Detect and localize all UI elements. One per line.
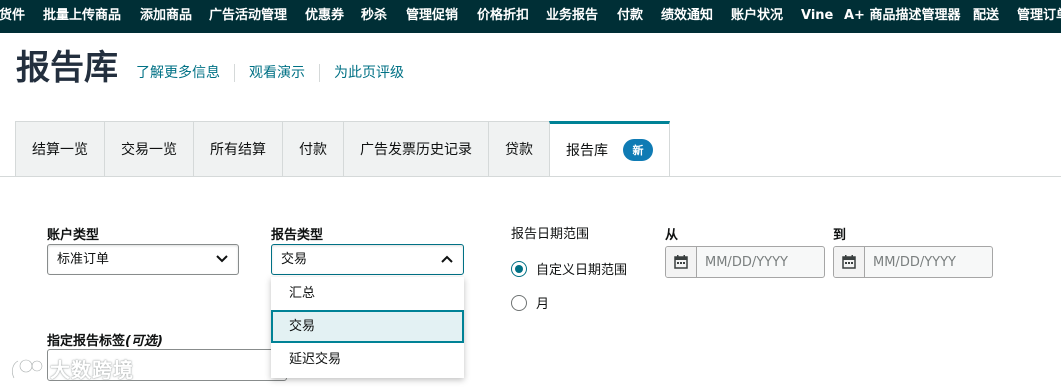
watermark: 大数跨境 (10, 354, 134, 383)
nav-item-shipments[interactable]: 货件 (0, 0, 25, 33)
month-label: 月 (536, 297, 550, 312)
nav-item-manage-promotions[interactable]: 管理促销 (406, 0, 458, 33)
from-date-field (665, 246, 825, 278)
rate-page-link[interactable]: 为此页评级 (319, 64, 418, 82)
radio-checked-icon (511, 260, 527, 277)
chevron-down-icon (216, 255, 228, 263)
tabs-divider (0, 176, 1061, 177)
report-type-value: 交易 (281, 252, 308, 267)
nav-item-a-plus-manager[interactable]: A+ 商品描述管理器 (844, 0, 960, 33)
watermark-text: 大数跨境 (50, 358, 134, 382)
nav-item-bulk-upload[interactable]: 批量上传商品 (43, 0, 121, 33)
calendar-icon[interactable] (834, 247, 865, 277)
account-type-select[interactable]: 标准订单 (47, 244, 239, 275)
tab-advertising-invoice-history[interactable]: 广告发票历史记录 (343, 121, 488, 176)
radio-unchecked-icon (511, 294, 527, 311)
tab-payments[interactable]: 付款 (282, 121, 343, 176)
dropdown-option-summary[interactable]: 汇总 (271, 277, 464, 310)
nav-item-account-health[interactable]: 账户状况 (731, 0, 783, 33)
new-badge: 新 (623, 139, 653, 161)
calendar-icon[interactable] (666, 247, 697, 277)
custom-date-range-option[interactable]: 自定义日期范围 (511, 259, 627, 278)
custom-date-range-label: 自定义日期范围 (536, 263, 628, 278)
tab-reports-repository[interactable]: 报告库 新 (549, 121, 670, 176)
from-label: 从 (665, 228, 679, 243)
top-navigation-bar: 货件 批量上传商品 添加商品 广告活动管理 优惠券 秒杀 管理促销 价格折扣 业… (0, 0, 1061, 33)
report-tabs: 结算一览 交易一览 所有结算 付款 广告发票历史记录 贷款 报告库 新 (15, 121, 670, 176)
nav-item-add-product[interactable]: 添加商品 (140, 0, 192, 33)
account-type-value: 标准订单 (57, 252, 110, 267)
report-type-dropdown-menu: 汇总 交易 延迟交易 (271, 277, 464, 378)
dropdown-option-transaction[interactable]: 交易 (271, 310, 464, 343)
chevron-up-icon (441, 255, 453, 263)
tab-transaction-summary[interactable]: 交易一览 (104, 121, 193, 176)
watch-demo-link[interactable]: 观看演示 (234, 64, 319, 82)
to-date-input[interactable] (865, 247, 992, 277)
header-help-links: 了解更多信息 观看演示 为此页评级 (136, 62, 418, 84)
nav-item-coupons[interactable]: 优惠券 (305, 0, 344, 33)
nav-item-campaign-manager[interactable]: 广告活动管理 (209, 0, 287, 33)
nav-item-vine[interactable]: Vine (801, 0, 833, 33)
nav-item-fulfillment[interactable]: 配送 (973, 0, 999, 33)
report-type-select[interactable]: 交易 (271, 244, 464, 275)
tab-all-settlements[interactable]: 所有结算 (193, 121, 282, 176)
to-date-field (833, 246, 993, 278)
account-type-label: 账户类型 (47, 228, 100, 243)
tab-reports-repository-label: 报告库 (566, 143, 608, 159)
report-tag-label-text: 指定报告标签 (47, 334, 126, 349)
report-type-label: 报告类型 (271, 228, 324, 243)
month-option[interactable]: 月 (511, 293, 549, 312)
nav-item-lightning-deals[interactable]: 秒杀 (361, 0, 387, 33)
nav-item-manage-orders[interactable]: 管理订单 (1017, 0, 1061, 33)
report-tag-label: 指定报告标签(可选) (47, 330, 163, 349)
report-tag-optional: (可选) (125, 334, 163, 349)
nav-item-price-discounts[interactable]: 价格折扣 (477, 0, 529, 33)
nav-item-payments[interactable]: 付款 (617, 0, 643, 33)
tab-settlement-summary[interactable]: 结算一览 (15, 121, 104, 176)
nav-item-performance-notifications[interactable]: 绩效通知 (661, 0, 713, 33)
date-range-label: 报告日期范围 (511, 227, 590, 242)
dropdown-option-deferred-transaction[interactable]: 延迟交易 (271, 343, 464, 376)
from-date-input[interactable] (697, 247, 824, 277)
tab-loans[interactable]: 贷款 (488, 121, 549, 176)
nav-item-business-reports[interactable]: 业务报告 (546, 0, 598, 33)
to-label: 到 (833, 228, 847, 243)
page-title: 报告库 (16, 48, 118, 88)
watermark-logo-icon (10, 358, 44, 379)
learn-more-link[interactable]: 了解更多信息 (136, 64, 234, 82)
